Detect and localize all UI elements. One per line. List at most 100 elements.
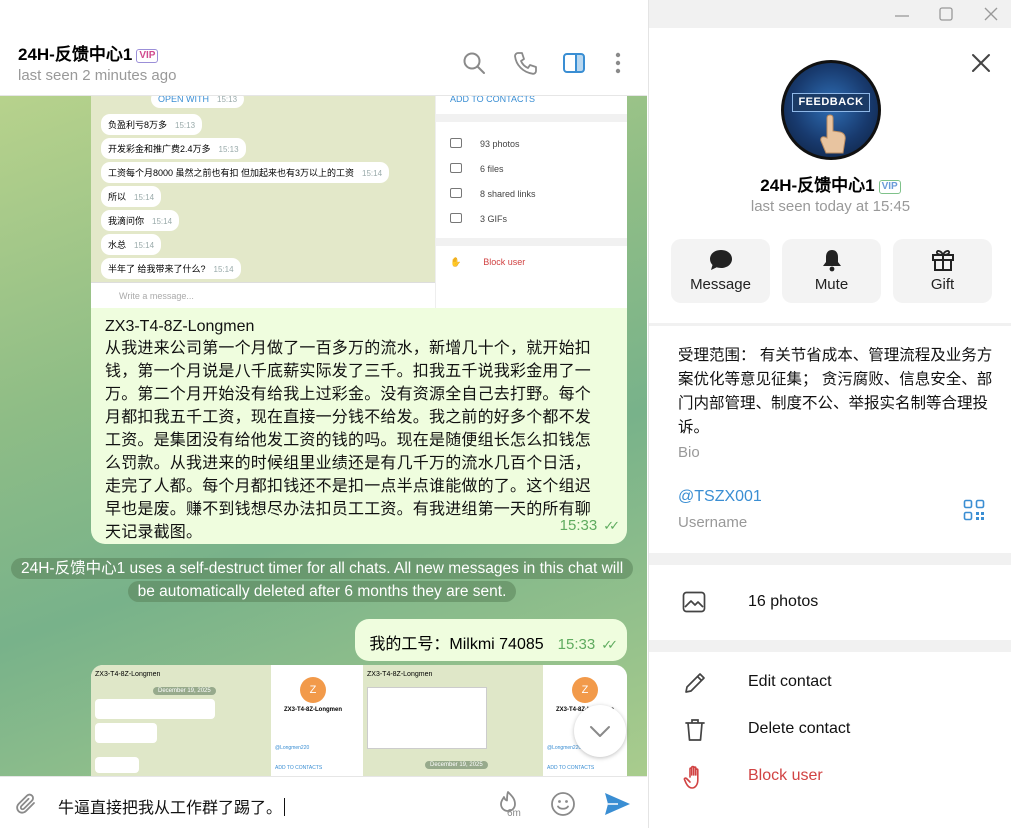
chat-header: 24H-反馈中心1 VIP last seen 2 minutes ago — [0, 0, 647, 96]
profile-name: 24H-反馈中心1 VIP — [649, 171, 1011, 196]
screenshot-block-user: ✋ Block user — [450, 257, 525, 268]
hand-icon: ✋ — [450, 257, 462, 267]
screenshot-message-text: 所以 — [108, 192, 127, 202]
message-time-wrap: 15:33 ✓✓ — [560, 517, 620, 534]
trash-icon — [685, 719, 705, 741]
message-input[interactable]: 牛逼直接把我从工作群了踢了。 — [58, 794, 285, 818]
message-bubble[interactable]: 我的工号：Milkmi 74085 15:33 ✓✓ — [355, 619, 627, 661]
sidebar-toggle-icon[interactable] — [561, 50, 587, 76]
embedded-screenshot-image[interactable]: OPEN WITH 15:13 负盈利亏8万多 15:13 开发彩金和推广费2.4万… — [91, 96, 627, 308]
compose-bar: 牛逼直接把我从工作群了踢了。 6m — [0, 776, 647, 828]
profile-avatar[interactable]: FEEDBACK — [781, 60, 881, 160]
screenshot-bubble — [95, 723, 157, 743]
username-link[interactable]: @TSZX001 — [678, 488, 762, 506]
message-sender: ZX3-T4-8Z-Longmen — [105, 318, 255, 335]
photo-icon — [450, 138, 462, 148]
screenshot-message: 所以 15:14 — [101, 186, 162, 207]
screenshot-message-time: 15:13 — [218, 145, 239, 154]
file-icon — [450, 163, 462, 173]
screenshot-links-row: 8 shared links — [450, 188, 536, 199]
screenshot-date: December 19, 2025 — [425, 761, 488, 769]
scroll-down-button[interactable] — [574, 705, 626, 757]
close-icon[interactable] — [970, 52, 992, 74]
delete-contact-button[interactable]: Delete contact — [649, 707, 1011, 753]
screenshot-message: 半年了 给我带来了什么? 15:14 — [101, 258, 241, 279]
screenshot-separator — [436, 114, 627, 122]
screenshot-open-with-label: OPEN WITH — [158, 96, 209, 104]
screenshot-message: 水总 15:14 — [101, 234, 162, 255]
screenshot-chat-pane: ZX3-T4-8Z-Longmen December 19, 2025 — [363, 665, 543, 776]
screenshot-date: December 19, 2025 — [153, 687, 216, 695]
gift-button-label: Gift — [930, 276, 955, 293]
screenshot-add-contacts: ADD TO CONTACTS — [275, 765, 323, 771]
message-button-label: Message — [690, 276, 751, 293]
pencil-icon — [685, 673, 705, 693]
more-options-icon[interactable] — [605, 50, 631, 76]
minimize-icon[interactable] — [892, 6, 912, 24]
screenshot-photos-row: 93 photos — [450, 138, 520, 149]
bell-icon — [823, 250, 841, 272]
profile-panel: FEEDBACK 24H-反馈中心1 VIP last seen today at… — [648, 0, 1011, 828]
block-user-button[interactable]: Block user — [649, 754, 1011, 800]
maximize-icon[interactable] — [936, 6, 956, 24]
service-message: 24H-反馈中心1 uses a self-destruct timer for… — [11, 557, 634, 609]
chat-message-area[interactable]: OPEN WITH 15:13 负盈利亏8万多 15:13 开发彩金和推广费2.4万… — [0, 96, 647, 776]
screenshot-attachment — [367, 687, 487, 749]
delete-contact-label: Delete contact — [748, 720, 851, 737]
service-message-text: 24H-反馈中心1 uses a self-destruct timer for… — [11, 558, 634, 602]
screenshot-title: ZX3-T4-8Z-Longmen — [367, 671, 433, 678]
contact-actions: Edit contact Delete contact Block user — [649, 652, 1011, 828]
screenshot-bubble — [95, 757, 139, 773]
photos-count-label: 16 photos — [748, 593, 819, 610]
profile-header: FEEDBACK 24H-反馈中心1 VIP last seen today at… — [649, 28, 1011, 323]
message-bubble[interactable]: ZX3-T4-8Z-Longmen 从我进来公司第一个月做了一百多万的流水，新增… — [91, 308, 627, 544]
link-icon — [450, 188, 462, 198]
screenshot-username: @Longmen220 — [547, 745, 582, 751]
shared-media-photos[interactable]: 16 photos — [649, 565, 1011, 640]
mute-button[interactable]: Mute — [782, 239, 881, 303]
search-icon[interactable] — [461, 50, 487, 76]
screenshot-files-row: 6 files — [450, 163, 504, 174]
chat-title-text: 24H-反馈中心1 — [18, 45, 133, 64]
screenshot-profile-pane: Z ZX3-T4-8Z-Longmen @Longmen220 ADD TO C… — [271, 665, 355, 776]
screenshot-message-time: 15:13 — [175, 121, 196, 130]
gift-icon — [932, 250, 954, 271]
chat-title[interactable]: 24H-反馈中心1 VIP — [18, 40, 159, 65]
phone-icon[interactable] — [512, 50, 538, 76]
screenshot-add-contacts: ADD TO CONTACTS — [547, 765, 595, 771]
screenshot-photos-label: 93 photos — [480, 139, 520, 149]
pointing-hand-icon — [820, 114, 846, 154]
message-icon — [710, 250, 732, 270]
screenshot-files-label: 6 files — [480, 164, 504, 174]
vip-badge: VIP — [136, 49, 159, 63]
gift-button[interactable]: Gift — [893, 239, 992, 303]
screenshot-message: 负盈利亏8万多 15:13 — [101, 114, 203, 135]
screenshot-bubble — [95, 699, 215, 719]
chat-status: last seen 2 minutes ago — [18, 67, 177, 84]
screenshot-message-time: 15:14 — [213, 265, 234, 274]
bio-text[interactable]: 受理范围： 有关节省成本、管理流程及业务方案优化等意见征集； 贪污腐败、信息安全… — [678, 344, 993, 440]
embedded-screenshot-image[interactable]: ZX3-T4-8Z-Longmen December 19, 2025 Z ZX… — [91, 665, 627, 776]
screenshot-message-text: 我滴问你 — [108, 216, 145, 226]
qr-code-icon[interactable] — [963, 499, 985, 521]
username-label: Username — [678, 514, 748, 531]
screenshot-message-text: 工资每个月8000 虽然之前也有扣 但加起来也有3万以上的工资 — [108, 168, 355, 178]
edit-contact-button[interactable]: Edit contact — [649, 660, 1011, 706]
hand-icon — [683, 765, 699, 789]
window-close-icon[interactable] — [981, 6, 1001, 24]
emoji-icon[interactable] — [549, 790, 577, 818]
timer-label: 6m — [507, 808, 521, 819]
double-check-icon: ✓✓ — [601, 637, 618, 652]
screenshot-username: @Longmen220 — [275, 745, 310, 751]
screenshot-message-text: 半年了 给我带来了什么? — [108, 264, 206, 274]
screenshot-links-label: 8 shared links — [480, 189, 536, 199]
vip-badge: VIP — [878, 180, 901, 194]
screenshot-profile-side: ADD TO CONTACTS 93 photos 6 files 8 shar… — [435, 96, 627, 308]
send-icon[interactable] — [603, 791, 631, 817]
screenshot-block-label: Block user — [483, 257, 526, 267]
attach-icon[interactable] — [14, 792, 40, 818]
screenshot-avatar: Z — [572, 677, 598, 703]
message-button[interactable]: Message — [671, 239, 770, 303]
screenshot-separator — [436, 238, 627, 246]
screenshot-input: Write a message... — [91, 282, 435, 308]
